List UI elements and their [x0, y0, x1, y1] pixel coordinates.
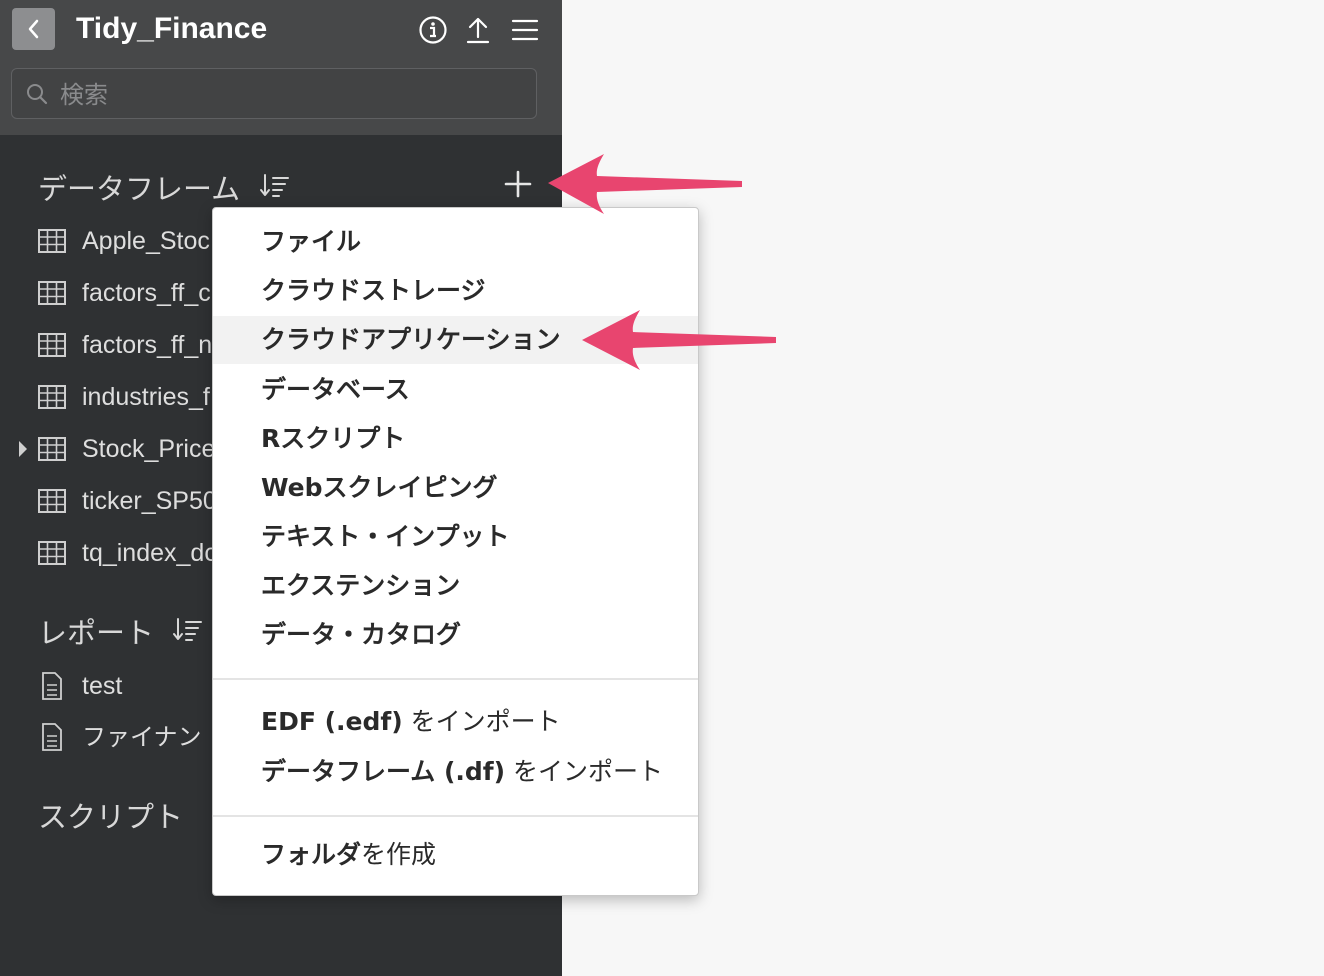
- reports-section-title: レポート: [38, 616, 155, 650]
- annotation-arrow: [548, 154, 742, 214]
- info-icon: [419, 16, 447, 44]
- dataframe-item[interactable]: Stock_Price: [0, 425, 212, 473]
- search-icon: [27, 84, 48, 105]
- sort-icon[interactable]: [172, 616, 204, 644]
- import-df-format: データフレーム (.df): [261, 757, 506, 786]
- menu-button[interactable]: [509, 14, 541, 46]
- menu-item-r-script[interactable]: Rスクリプト: [213, 415, 698, 463]
- menu-item-extension[interactable]: エクステンション: [213, 562, 698, 610]
- dataframe-item[interactable]: ticker_SP50: [0, 477, 212, 525]
- document-icon: [42, 672, 62, 700]
- menu-divider: [213, 815, 698, 817]
- create-folder-action: を作成: [361, 840, 437, 869]
- dataframe-item[interactable]: industries_f: [0, 373, 212, 421]
- dataframes-section-title: データフレーム: [38, 172, 241, 206]
- table-icon: [38, 281, 66, 305]
- dataframe-item-label: tq_index_dc: [82, 539, 212, 567]
- menu-item-import-df[interactable]: データフレーム (.df) をインポート: [213, 748, 698, 796]
- export-button[interactable]: [462, 14, 494, 46]
- add-dataframe-button[interactable]: [502, 166, 534, 202]
- caret-right-icon[interactable]: [17, 440, 29, 458]
- menu-item-data-catalog[interactable]: データ・カタログ: [213, 611, 698, 659]
- dataframe-item-label: Stock_Price: [82, 435, 212, 463]
- import-edf-action: をインポート: [402, 707, 561, 736]
- create-folder-target: フォルダ: [261, 840, 362, 869]
- dataframe-item-label: industries_f: [82, 383, 210, 411]
- menu-item-import-edf[interactable]: EDF (.edf) をインポート: [213, 698, 698, 746]
- search-box[interactable]: [11, 68, 537, 119]
- dataframe-item[interactable]: Apple_Stoc: [0, 217, 212, 265]
- report-item-label: test: [82, 672, 123, 700]
- chevron-left-icon: [28, 19, 38, 39]
- search-input[interactable]: [58, 77, 522, 113]
- scripts-section-title: スクリプト: [38, 800, 184, 834]
- table-icon: [38, 385, 66, 409]
- dataframe-item[interactable]: factors_ff_c: [0, 269, 212, 317]
- upload-icon: [466, 17, 490, 44]
- import-edf-format: EDF (.edf): [261, 707, 403, 736]
- report-item-label: ファイナン: [82, 723, 202, 751]
- app-title: Tidy_Finance: [76, 12, 268, 45]
- import-df-action: をインポート: [505, 757, 664, 786]
- plus-icon: [504, 170, 532, 198]
- table-icon: [38, 437, 66, 461]
- table-icon: [38, 489, 66, 513]
- document-icon: [42, 723, 62, 751]
- menu-item-create-folder[interactable]: フォルダを作成: [213, 831, 698, 879]
- dataframe-item-label: ticker_SP50: [82, 487, 212, 515]
- dataframe-item-label: Apple_Stoc: [82, 227, 210, 255]
- report-item[interactable]: test: [0, 662, 212, 710]
- table-icon: [38, 541, 66, 565]
- info-button[interactable]: [417, 14, 449, 46]
- menu-item-web-scraping[interactable]: Webスクレイピング: [213, 464, 698, 512]
- menu-item-file[interactable]: ファイル: [213, 218, 698, 266]
- annotation-arrow: [582, 310, 776, 370]
- menu-divider: [213, 678, 698, 680]
- menu-item-text-input[interactable]: テキスト・インプット: [213, 513, 698, 561]
- dataframe-item[interactable]: tq_index_dc: [0, 529, 212, 577]
- back-button[interactable]: [12, 8, 55, 50]
- table-icon: [38, 333, 66, 357]
- dataframe-item-label: factors_ff_c: [82, 279, 211, 307]
- table-icon: [38, 229, 66, 253]
- sort-icon[interactable]: [259, 172, 291, 200]
- dataframe-item[interactable]: factors_ff_n: [0, 321, 212, 369]
- hamburger-icon: [511, 19, 539, 41]
- report-item[interactable]: ファイナン: [0, 713, 212, 761]
- sidebar-header: Tidy_Finance: [0, 0, 562, 135]
- dataframe-item-label: factors_ff_n: [82, 331, 212, 359]
